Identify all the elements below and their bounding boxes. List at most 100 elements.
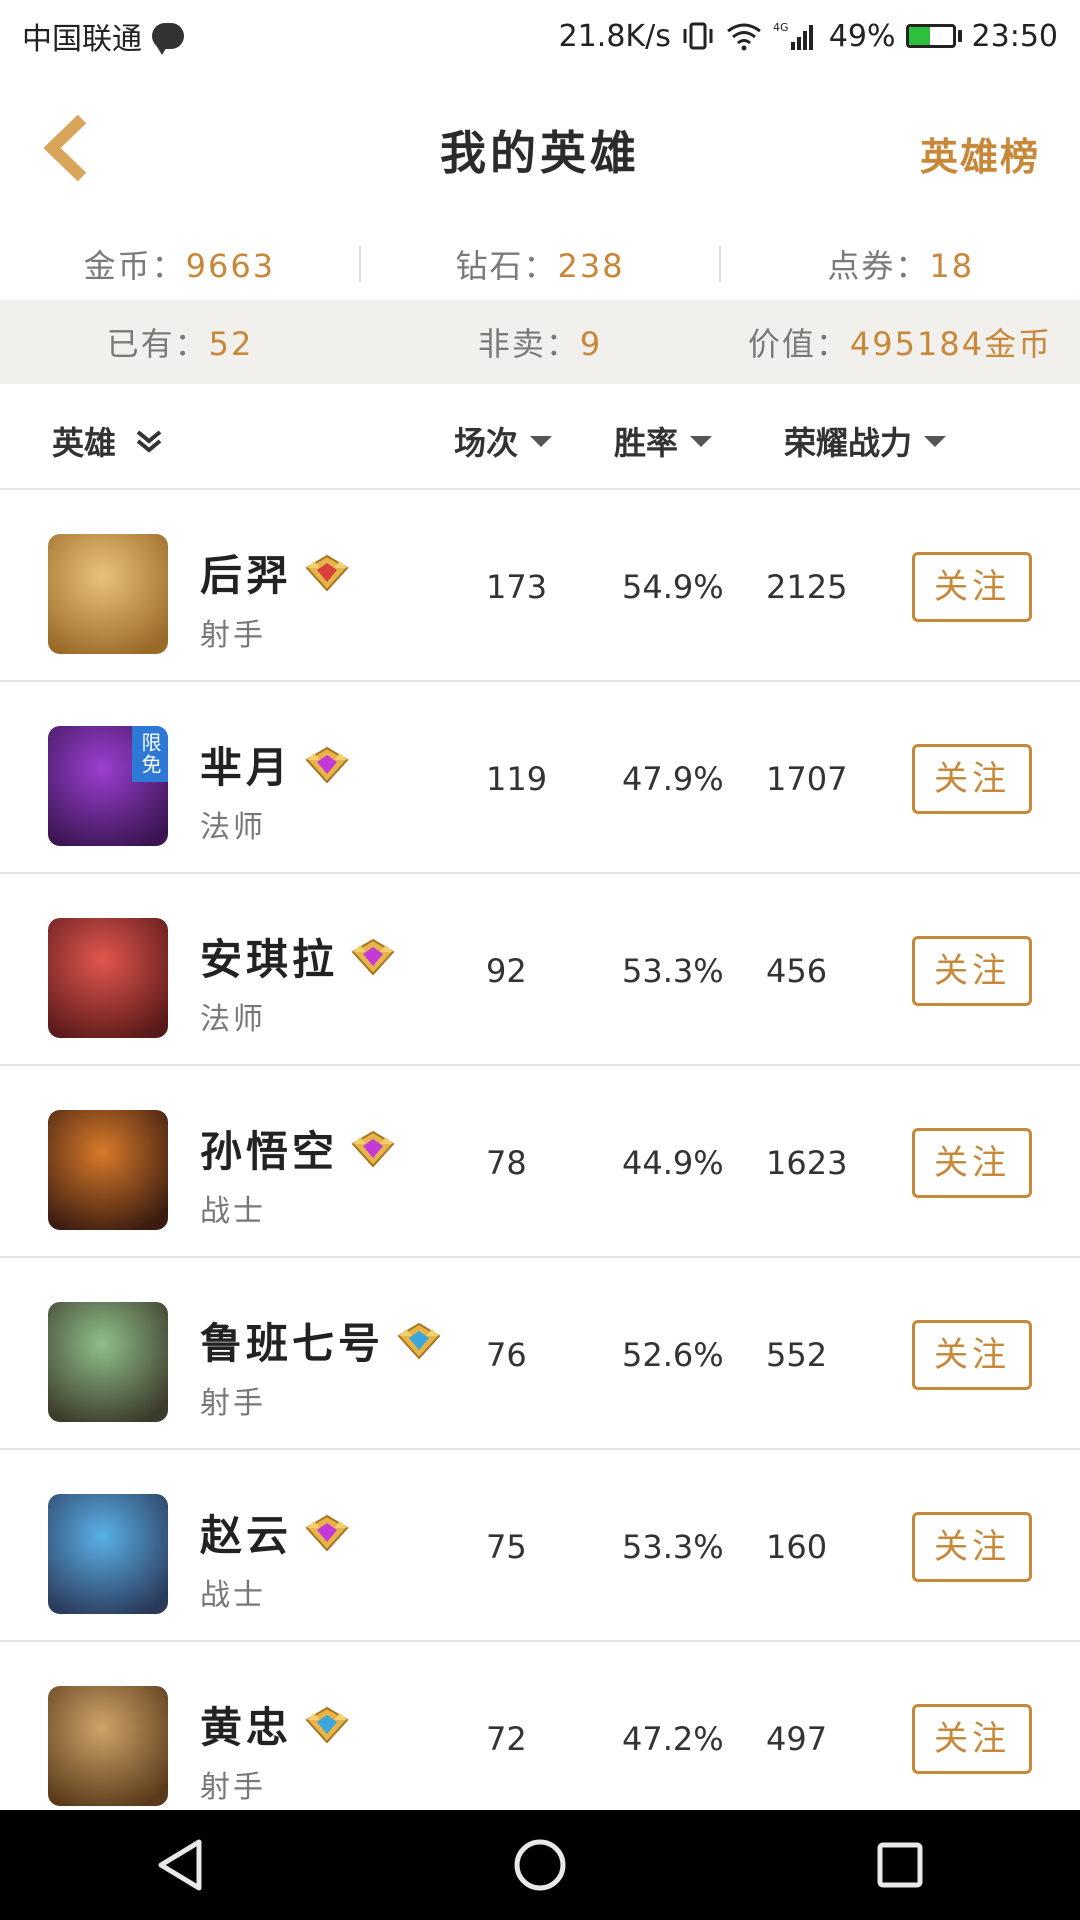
worth-value: 495184金币	[849, 325, 1053, 363]
back-button[interactable]	[30, 108, 110, 188]
hero-list: 后羿 射手 173 54.9% 2125 关注 限免 芈月 法师 119 47.…	[0, 490, 1080, 1810]
wifi-icon	[725, 21, 763, 51]
matches-header-label: 场次	[454, 424, 519, 462]
hero-avatar[interactable]	[48, 1302, 168, 1422]
hero-power: 160	[766, 1528, 828, 1566]
summary-row: 已有：52 非卖：9 价值：495184金币	[0, 300, 1080, 384]
chevron-left-icon	[43, 114, 87, 182]
hero-name: 芈月	[200, 734, 350, 795]
power-header-label: 荣耀战力	[784, 424, 913, 462]
page-title: 我的英雄	[440, 126, 640, 180]
hero-name: 孙悟空	[200, 1118, 396, 1179]
free-tag-badge: 限免	[132, 726, 168, 782]
hero-row[interactable]: 限免 芈月 法师 119 47.9% 1707 关注	[0, 682, 1080, 874]
gold-label: 金币：	[83, 247, 186, 285]
hero-row[interactable]: 后羿 射手 173 54.9% 2125 关注	[0, 490, 1080, 682]
system-back-button[interactable]	[140, 1825, 220, 1905]
triangle-back-icon	[158, 1839, 202, 1891]
owned-label: 已有：	[106, 325, 209, 363]
hero-name: 鲁班七号	[200, 1310, 442, 1371]
hero-role: 法师	[200, 810, 266, 845]
mastery-badge-icon	[351, 1130, 395, 1167]
hero-matches: 76	[486, 1336, 527, 1374]
hero-avatar[interactable]	[48, 1494, 168, 1614]
table-header: 英雄 场次 胜率 荣耀战力	[0, 384, 1080, 490]
follow-button[interactable]: 关注	[912, 1128, 1032, 1198]
hero-name-text: 孙悟空	[200, 1127, 339, 1176]
mastery-badge-icon	[397, 1322, 441, 1359]
sort-power-header[interactable]: 荣耀战力	[784, 418, 947, 464]
battery-percent: 49%	[828, 18, 896, 54]
system-nav-bar	[0, 1810, 1080, 1920]
voucher-label: 点券：	[827, 247, 930, 285]
vibrate-icon	[681, 21, 715, 51]
hero-avatar[interactable]	[48, 1686, 168, 1806]
mastery-badge-icon	[305, 554, 349, 591]
hero-winrate: 53.3%	[622, 1528, 724, 1566]
hero-row[interactable]: 孙悟空 战士 78 44.9% 1623 关注	[0, 1066, 1080, 1258]
hero-name: 安琪拉	[200, 926, 396, 987]
owned-stat: 已有：52	[0, 319, 360, 365]
battery-icon	[905, 24, 962, 48]
winrate-header-label: 胜率	[614, 424, 679, 462]
hero-row[interactable]: 鲁班七号 射手 76 52.6% 552 关注	[0, 1258, 1080, 1450]
hero-name: 后羿	[200, 542, 350, 603]
follow-button[interactable]: 关注	[912, 552, 1032, 622]
network-speed: 21.8K/s	[558, 18, 671, 54]
follow-button[interactable]: 关注	[912, 1704, 1032, 1774]
follow-button[interactable]: 关注	[912, 936, 1032, 1006]
double-chevron-down-icon	[136, 430, 162, 453]
hero-power: 552	[766, 1336, 828, 1374]
hero-name-text: 后羿	[200, 551, 293, 600]
hero-avatar[interactable]	[48, 918, 168, 1038]
follow-button[interactable]: 关注	[912, 744, 1032, 814]
hero-matches: 92	[486, 952, 527, 990]
follow-button[interactable]: 关注	[912, 1320, 1032, 1390]
hero-matches: 72	[486, 1720, 527, 1758]
follow-button[interactable]: 关注	[912, 1512, 1032, 1582]
mastery-badge-icon	[305, 1514, 349, 1551]
mastery-badge-icon	[305, 746, 349, 783]
hero-name: 赵云	[200, 1502, 350, 1563]
sort-matches-header[interactable]: 场次	[454, 418, 553, 464]
hero-row[interactable]: 黄忠 射手 72 47.2% 497 关注	[0, 1642, 1080, 1810]
gold-value: 9663	[185, 247, 276, 285]
hero-avatar[interactable]: 限免	[48, 726, 168, 846]
diamond-value: 238	[557, 247, 625, 285]
hero-matches: 75	[486, 1528, 527, 1566]
hero-power: 1707	[766, 760, 848, 798]
hero-winrate: 54.9%	[622, 568, 724, 606]
hero-power: 2125	[766, 568, 848, 606]
hero-avatar[interactable]	[48, 534, 168, 654]
hero-winrate: 47.9%	[622, 760, 724, 798]
hero-matches: 173	[486, 568, 548, 606]
circle-home-icon	[514, 1839, 566, 1891]
hero-ranking-link[interactable]: 英雄榜	[920, 126, 1040, 181]
hero-role: 战士	[200, 1194, 266, 1229]
hero-power: 456	[766, 952, 828, 990]
hero-winrate: 53.3%	[622, 952, 724, 990]
chat-icon	[152, 23, 184, 55]
hero-role: 战士	[200, 1578, 266, 1613]
hero-power: 1623	[766, 1144, 848, 1182]
caret-down-icon	[690, 435, 713, 447]
hero-name-text: 赵云	[200, 1511, 293, 1560]
sort-winrate-header[interactable]: 胜率	[614, 418, 713, 464]
hero-row[interactable]: 安琪拉 法师 92 53.3% 456 关注	[0, 874, 1080, 1066]
mastery-badge-icon	[305, 1706, 349, 1743]
hero-avatar[interactable]	[48, 1110, 168, 1230]
hero-winrate: 52.6%	[622, 1336, 724, 1374]
hero-row[interactable]: 赵云 战士 75 53.3% 160 关注	[0, 1450, 1080, 1642]
hero-name-text: 安琪拉	[200, 935, 339, 984]
hero-name-text: 鲁班七号	[200, 1319, 385, 1368]
caret-down-icon	[924, 435, 947, 447]
notsold-value: 9	[579, 325, 603, 363]
sort-hero-header[interactable]: 英雄	[52, 418, 164, 464]
system-recents-button[interactable]	[860, 1825, 940, 1905]
system-home-button[interactable]	[500, 1825, 580, 1905]
top-nav: 我的英雄 英雄榜	[0, 72, 1080, 228]
hero-role: 射手	[200, 1770, 266, 1805]
status-bar: 中国联通 21.8K/s 4G 49% 23:50	[0, 0, 1080, 72]
hero-role: 法师	[200, 1002, 266, 1037]
diamond-label: 钻石：	[455, 247, 558, 285]
